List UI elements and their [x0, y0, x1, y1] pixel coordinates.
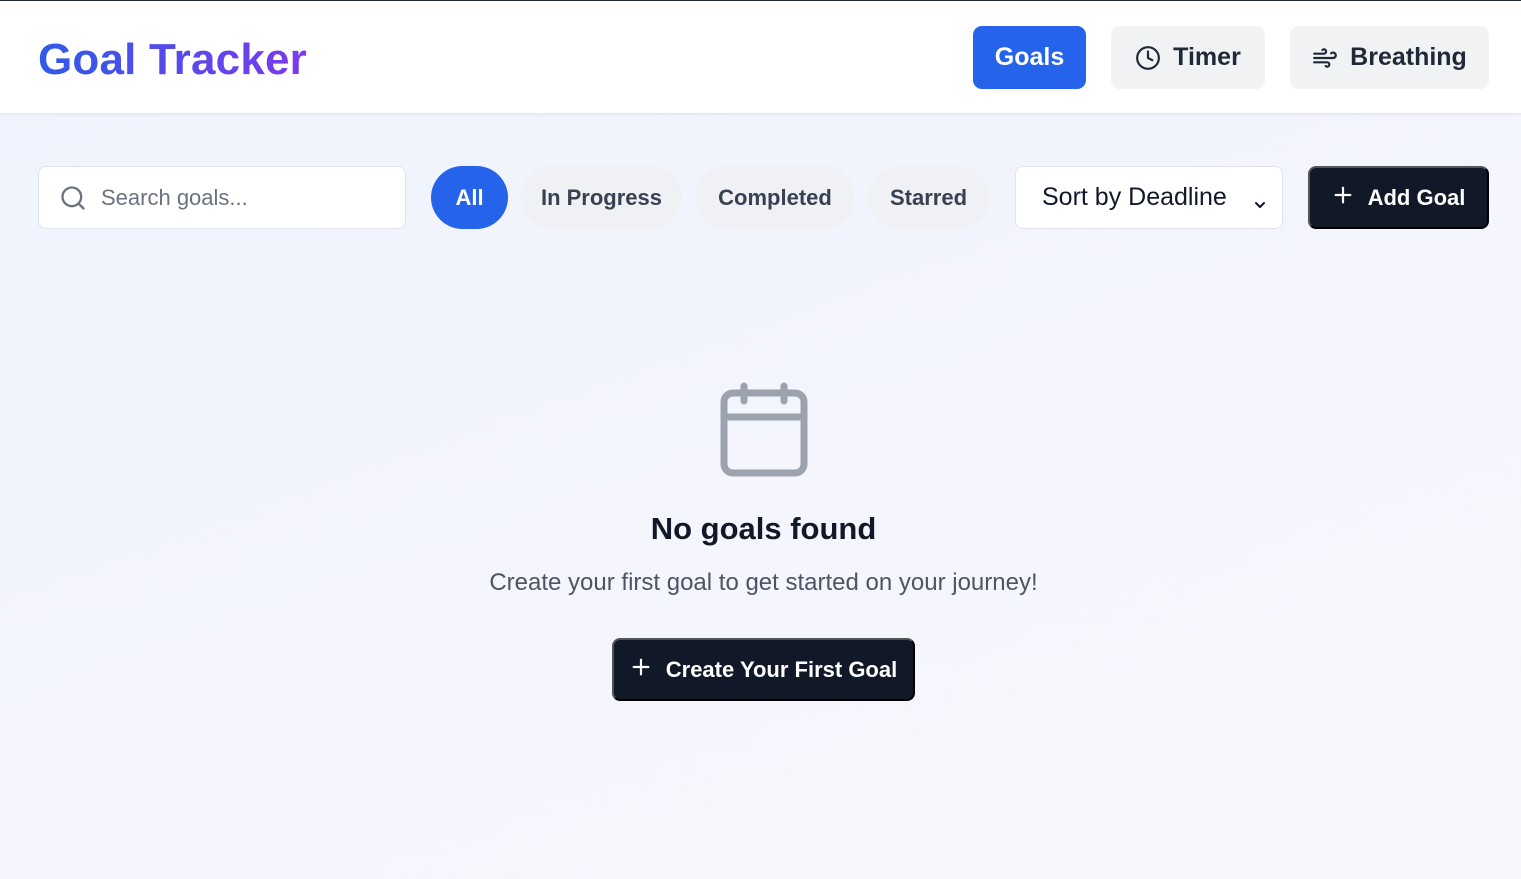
filter-all-label: All [455, 184, 484, 210]
add-goal-button[interactable]: Add Goal [1308, 166, 1489, 229]
nav-timer-button[interactable]: Timer [1111, 26, 1265, 89]
filter-completed[interactable]: Completed [695, 166, 855, 229]
create-first-goal-button[interactable]: Create Your First Goal [612, 638, 915, 701]
create-first-goal-label: Create Your First Goal [665, 656, 898, 682]
filter-completed-label: Completed [718, 184, 832, 210]
add-goal-label: Add Goal [1367, 184, 1466, 210]
plus-icon [630, 656, 652, 684]
clock-icon [1135, 45, 1161, 71]
search-icon [59, 184, 87, 217]
empty-state-title: No goals found [650, 511, 877, 546]
app-header: Goal Tracker Goals Timer Breathing [0, 1, 1521, 114]
nav-timer-label: Timer [1173, 43, 1241, 71]
filter-in-progress-label: In Progress [540, 184, 663, 210]
nav-breathing-label: Breathing [1350, 43, 1467, 71]
nav-goals-label: Goals [994, 43, 1065, 71]
sort-select[interactable]: Sort by Deadline [1015, 166, 1283, 229]
plus-icon [1332, 184, 1354, 212]
search-box [38, 166, 406, 229]
nav-breathing-button[interactable]: Breathing [1290, 26, 1489, 89]
nav-goals-button[interactable]: Goals [973, 26, 1086, 89]
wind-icon [1312, 45, 1338, 71]
app-title: Goal Tracker [38, 35, 307, 84]
sort-select-value: Sort by Deadline [1042, 183, 1227, 211]
filter-starred[interactable]: Starred [868, 166, 989, 229]
filter-starred-label: Starred [889, 184, 968, 210]
filter-in-progress[interactable]: In Progress [521, 166, 682, 229]
filter-all[interactable]: All [431, 166, 508, 229]
empty-state-subtitle: Create your first goal to get started on… [489, 569, 1038, 596]
search-input[interactable] [101, 167, 397, 228]
chevron-down-icon [1252, 191, 1268, 220]
calendar-icon [717, 381, 811, 486]
